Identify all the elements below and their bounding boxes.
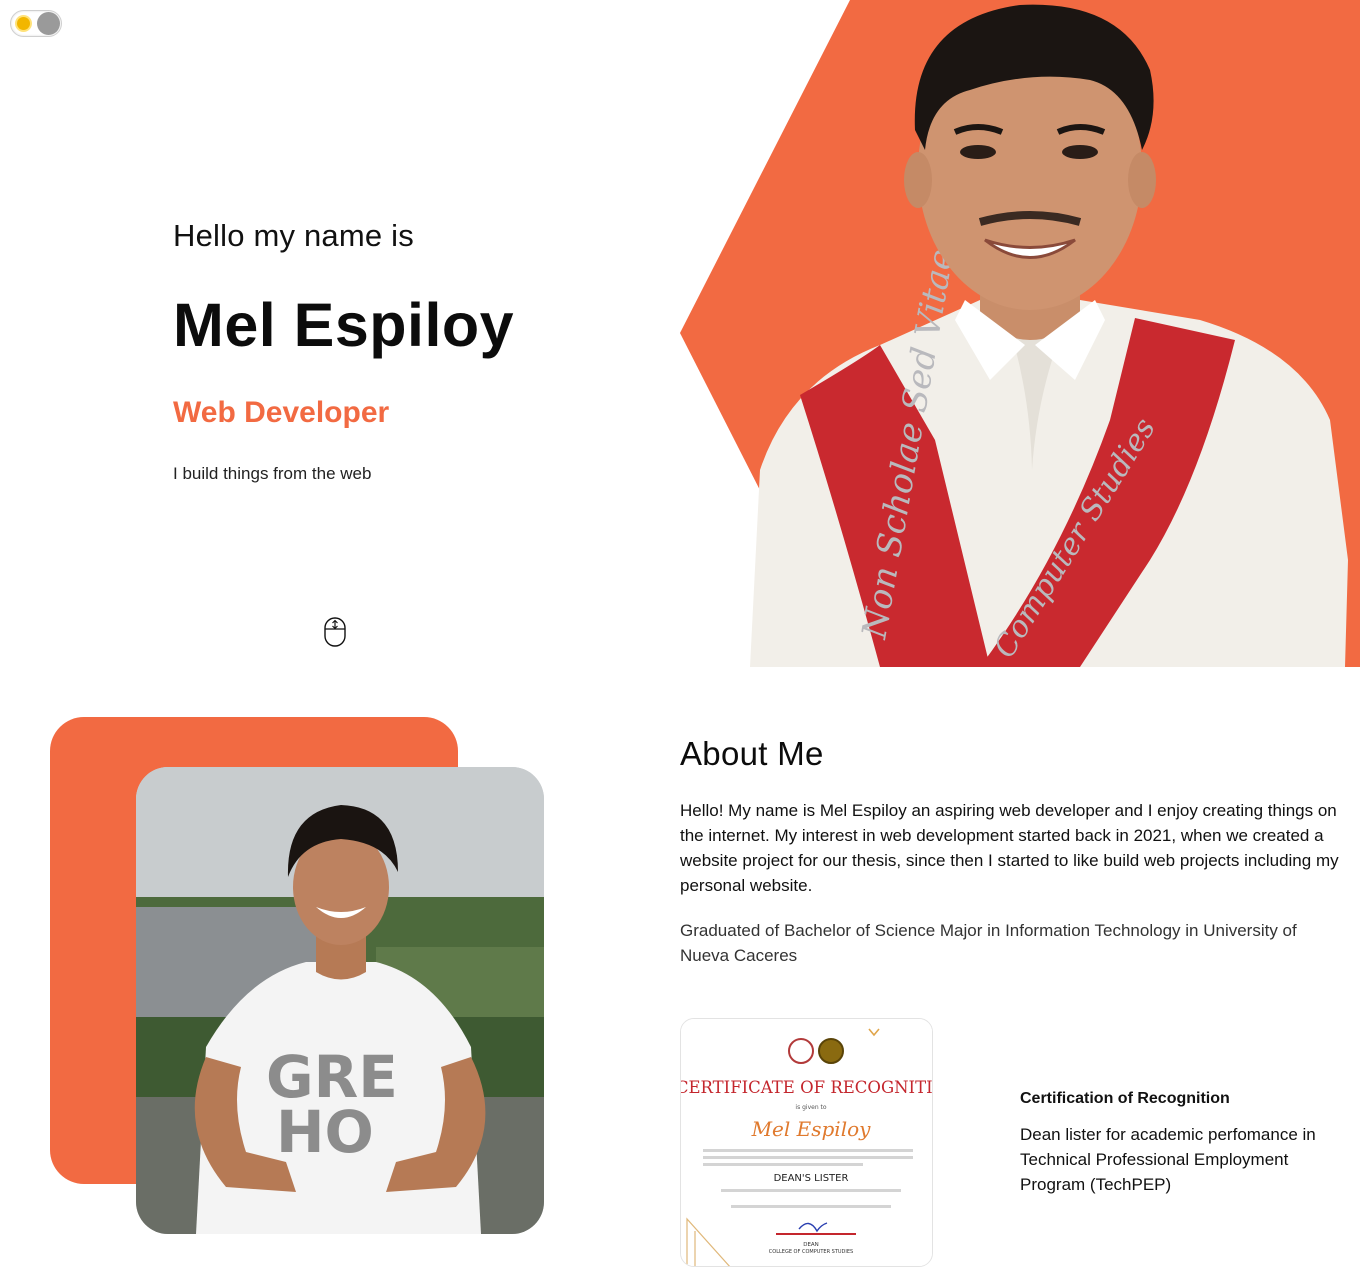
casual-portrait: GRE HO xyxy=(136,767,544,1234)
svg-text:HO: HO xyxy=(276,1098,374,1166)
hero-art: Non Scholae Sed Vitae Computer Studies xyxy=(680,0,1360,667)
certificate-image[interactable]: CERTIFICATE OF RECOGNITIO is given to Me… xyxy=(680,1018,933,1267)
hero-intro: Hello my name is Mel Espiloy Web Develop… xyxy=(173,218,653,484)
certificate-info: Certification of Recognition Dean lister… xyxy=(1020,1090,1350,1197)
about-section: About Me Hello! My name is Mel Espiloy a… xyxy=(680,735,1360,968)
certificate-description: Dean lister for academic perfomance in T… xyxy=(1020,1125,1316,1194)
certificate-signatory-org: COLLEGE OF COMPUTER STUDIES xyxy=(769,1249,853,1255)
toggle-knob xyxy=(37,12,60,35)
hero-tagline: I build things from the web xyxy=(173,464,372,483)
certificate-signatory-title: DEAN xyxy=(803,1242,819,1248)
hero-greeting: Hello my name is xyxy=(173,218,414,253)
certificate-award: DEAN'S LISTER xyxy=(774,1173,849,1184)
certificate-given-to: is given to xyxy=(795,1104,826,1111)
certificate-title: Certification of Recognition xyxy=(1020,1090,1230,1107)
about-photo: GRE HO xyxy=(136,767,544,1234)
certificate-heading: CERTIFICATE OF RECOGNITIO xyxy=(681,1078,933,1097)
about-education: Graduated of Bachelor of Science Major i… xyxy=(680,921,1297,965)
certificate-recipient: Mel Espiloy xyxy=(751,1117,872,1141)
certificate-document: CERTIFICATE OF RECOGNITIO is given to Me… xyxy=(681,1019,933,1266)
about-title: About Me xyxy=(680,735,824,772)
mouse-scroll-icon[interactable] xyxy=(324,617,346,647)
about-paragraph: Hello! My name is Mel Espiloy an aspirin… xyxy=(680,801,1339,895)
hero-role: Web Developer xyxy=(173,396,390,429)
graduation-portrait: Non Scholae Sed Vitae Computer Studies xyxy=(750,4,1348,667)
theme-toggle[interactable] xyxy=(10,10,62,37)
sun-icon xyxy=(17,17,30,30)
hero-name: Mel Espiloy xyxy=(173,291,515,359)
